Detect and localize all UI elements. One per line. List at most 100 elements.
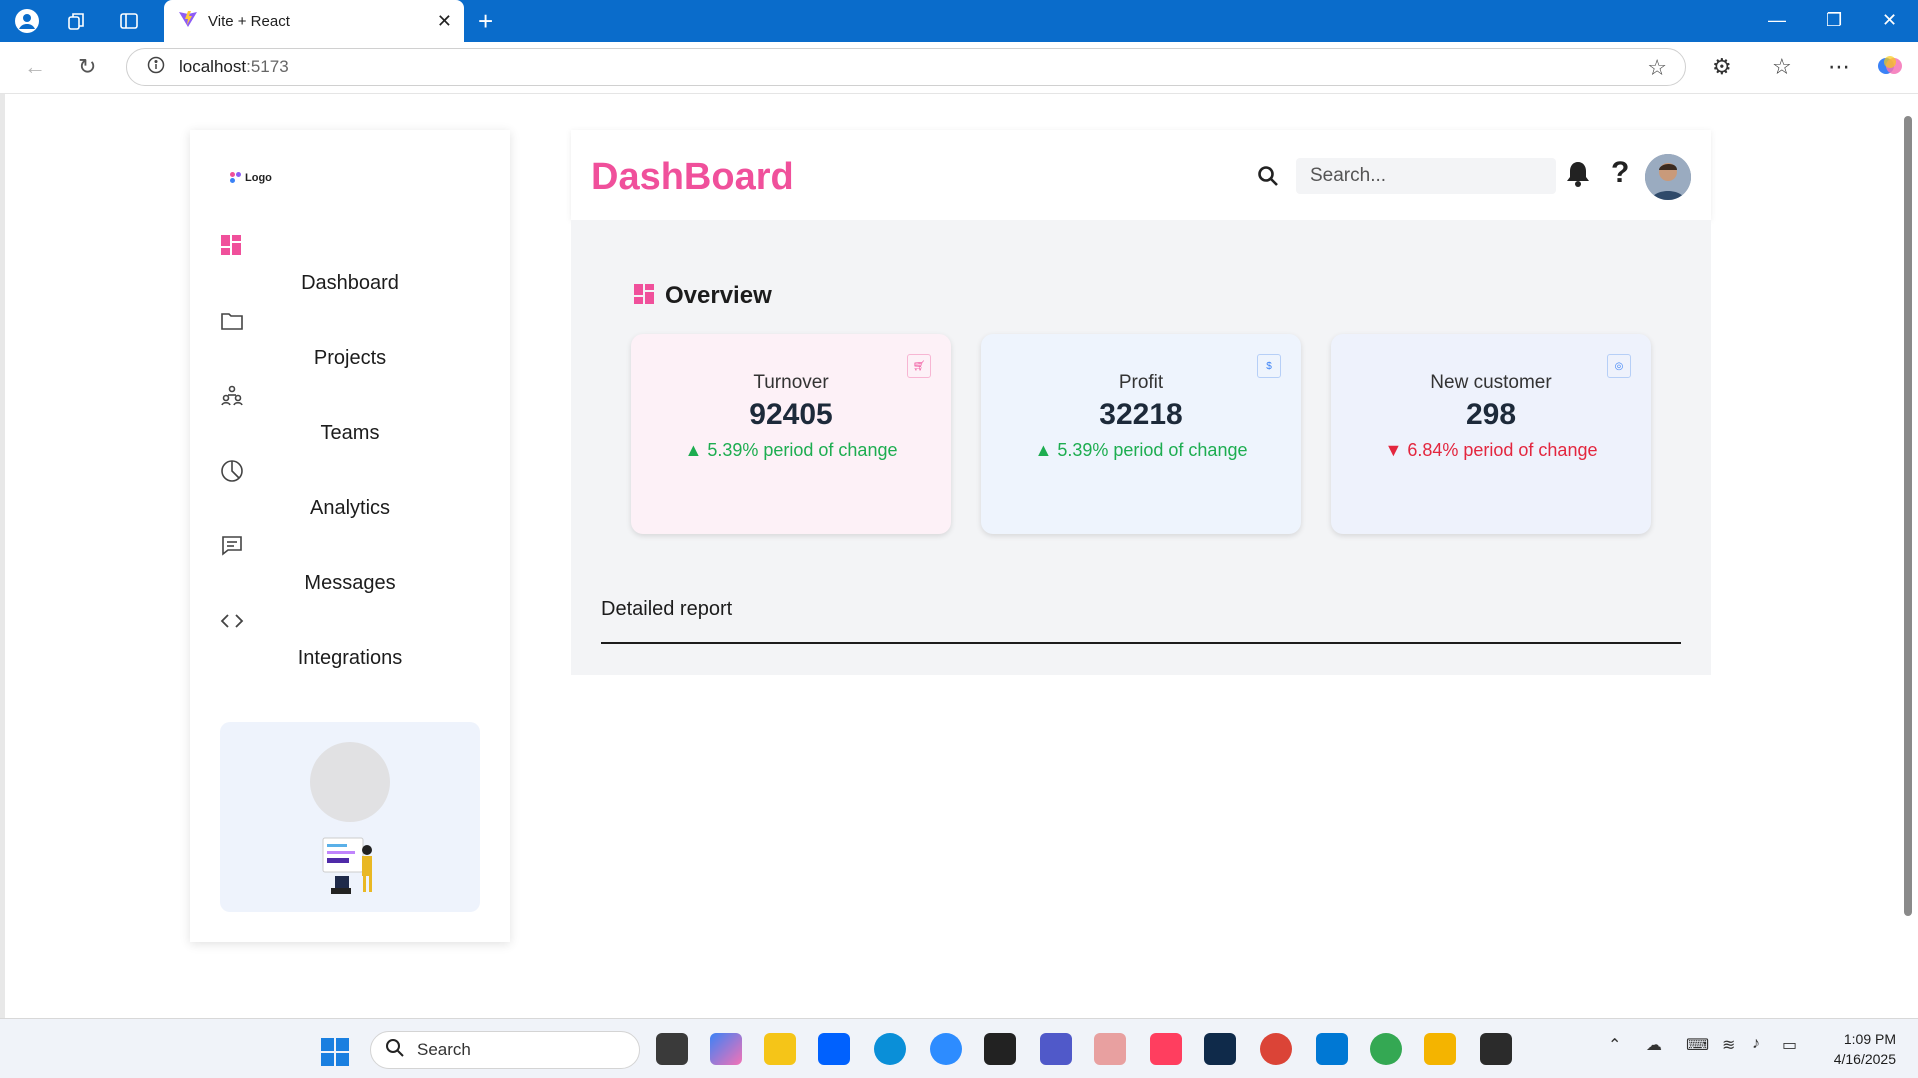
taskbar: Search ⌃ ☁ ⌨ ≋ ♪ ▭ 1:09 PM 4/16/2025 [0,1018,1918,1078]
sidebar-item-integrations[interactable]: Integrations [190,609,510,684]
overview-grid-icon [633,283,655,310]
refresh-icon[interactable]: ↻ [78,54,96,80]
tab-title: Vite + React [208,12,290,30]
address-bar-row: ← ↻ localhost:5173 ☆ ⚙ ☆ ⋯ [0,42,1918,94]
sidebar-item-label: Projects [313,347,387,369]
intellij-icon[interactable] [1150,1033,1182,1065]
clock-time: 1:09 PM [1843,1031,1896,1047]
sidebar-item-dashboard[interactable]: Dashboard [190,234,510,309]
site-info-icon[interactable] [147,56,165,79]
code-icon [220,609,244,633]
sidebar-item-label: Analytics [309,497,391,519]
sidebar-item-label: Integrations [297,647,403,669]
chrome-profile-icon[interactable] [1370,1033,1402,1065]
card-value: 298 [1465,398,1517,431]
sidebar-item-teams[interactable]: Teams [190,384,510,459]
teams-icon [220,384,244,408]
report-title: Detailed report [601,598,733,620]
more-menu-icon[interactable]: ⋯ [1828,54,1850,80]
search-box[interactable] [1258,158,1556,194]
card-title: Profit [1118,372,1164,393]
profile-icon[interactable] [14,8,40,34]
battery-icon[interactable]: ▭ [1782,1035,1797,1055]
scrollbar-thumb[interactable] [1904,116,1912,916]
teams-app-icon[interactable] [1040,1033,1072,1065]
dashboard-grid-icon [220,234,244,258]
sidebar: Logo Dashboard Projects Teams Analytics … [190,130,510,942]
card-title: Turnover [753,372,829,393]
app-icon[interactable] [1424,1033,1456,1065]
restore-icon[interactable]: ❐ [1826,10,1842,31]
trend-up-icon: ▲ [1034,440,1058,460]
card-change: ▲ 5.39% period of change [1034,440,1248,460]
stat-card-profit: $ Profit 32218 ▲ 5.39% period of change [981,334,1301,534]
stat-card-new-customer: ◎ New customer 298 ▼ 6.84% period of cha… [1331,334,1651,534]
zoom-icon[interactable] [930,1033,962,1065]
edge-icon[interactable] [874,1033,906,1065]
dropbox-icon[interactable] [818,1033,850,1065]
stat-card-turnover: 🛒︎ Turnover 92405 ▲ 5.39% period of chan… [631,334,951,534]
sidebar-item-label: Dashboard [301,272,399,294]
card-value: 92405 [749,398,833,431]
task-view-icon[interactable] [656,1033,688,1065]
page-title: DashBoard [591,156,794,198]
sidebar-item-label: Messages [304,572,396,594]
logo: Logo [230,172,272,184]
workspaces-icon[interactable] [64,8,90,34]
overview-title: Overview [665,282,772,309]
volume-icon[interactable]: ♪ [1752,1035,1760,1053]
favorite-star-icon[interactable]: ☆ [1647,55,1667,81]
extensions-icon[interactable]: ⚙ [1712,54,1732,80]
file-explorer-icon[interactable] [764,1033,796,1065]
sidebar-item-projects[interactable]: Projects [190,309,510,384]
windows-start-icon[interactable] [320,1037,350,1067]
card-change: ▲ 5.39% period of change [684,440,898,460]
overview-heading: Overview [633,282,772,310]
vscode-icon[interactable] [1316,1033,1348,1065]
copilot-app-icon[interactable] [710,1033,742,1065]
report-divider [601,642,1681,644]
clock[interactable]: 1:09 PM 4/16/2025 [1834,1029,1896,1069]
new-tab-icon[interactable]: + [478,8,493,34]
onedrive-icon[interactable]: ☁ [1646,1035,1662,1055]
address-input[interactable]: localhost:5173 ☆ [126,48,1686,86]
minimize-icon[interactable]: — [1768,10,1786,31]
promo-avatar-placeholder [310,742,390,822]
capcut-icon[interactable] [984,1033,1016,1065]
keyboard-icon[interactable]: ⌨ [1686,1035,1709,1055]
close-window-icon[interactable]: ✕ [1882,10,1897,31]
taskbar-search[interactable]: Search [370,1031,640,1069]
search-input[interactable] [1296,165,1536,187]
app-icon[interactable] [1094,1033,1126,1065]
card-value: 32218 [1099,398,1183,431]
wifi-icon[interactable]: ≋ [1722,1035,1735,1055]
copilot-icon[interactable] [1876,52,1904,86]
vertical-tabs-icon[interactable] [116,8,142,34]
search-icon[interactable] [1256,164,1280,188]
pie-chart-icon [220,459,244,483]
chrome-icon[interactable] [1260,1033,1292,1065]
url-host: localhost [179,57,247,76]
logo-text: Logo [245,172,272,184]
taskbar-search-label: Search [417,1040,471,1059]
sidebar-item-label: Teams [320,422,380,444]
sidebar-item-analytics[interactable]: Analytics [190,459,510,534]
folder-icon [220,309,244,333]
search-icon [385,1038,405,1063]
close-tab-icon[interactable]: ✕ [437,12,452,30]
url-port: :5173 [246,57,289,76]
main-content: Overview 🛒︎ Turnover 92405 ▲ 5.39% perio… [571,220,1711,675]
logo-mark-icon [230,172,242,184]
sidebar-item-messages[interactable]: Messages [190,534,510,609]
terminal-icon[interactable] [1480,1033,1512,1065]
browser-tab[interactable]: Vite + React ✕ [164,0,464,42]
tray-chevron-icon[interactable]: ⌃ [1608,1035,1621,1055]
avatar[interactable] [1645,154,1691,200]
browser-titlebar: Vite + React ✕ + — ❐ ✕ [0,0,1918,42]
header: DashBoard ? [571,130,1711,220]
help-icon[interactable]: ? [1611,156,1629,190]
back-icon[interactable]: ← [24,54,46,80]
bell-icon[interactable] [1565,160,1593,188]
favorites-icon[interactable]: ☆ [1772,54,1792,80]
lightroom-icon[interactable] [1204,1033,1236,1065]
